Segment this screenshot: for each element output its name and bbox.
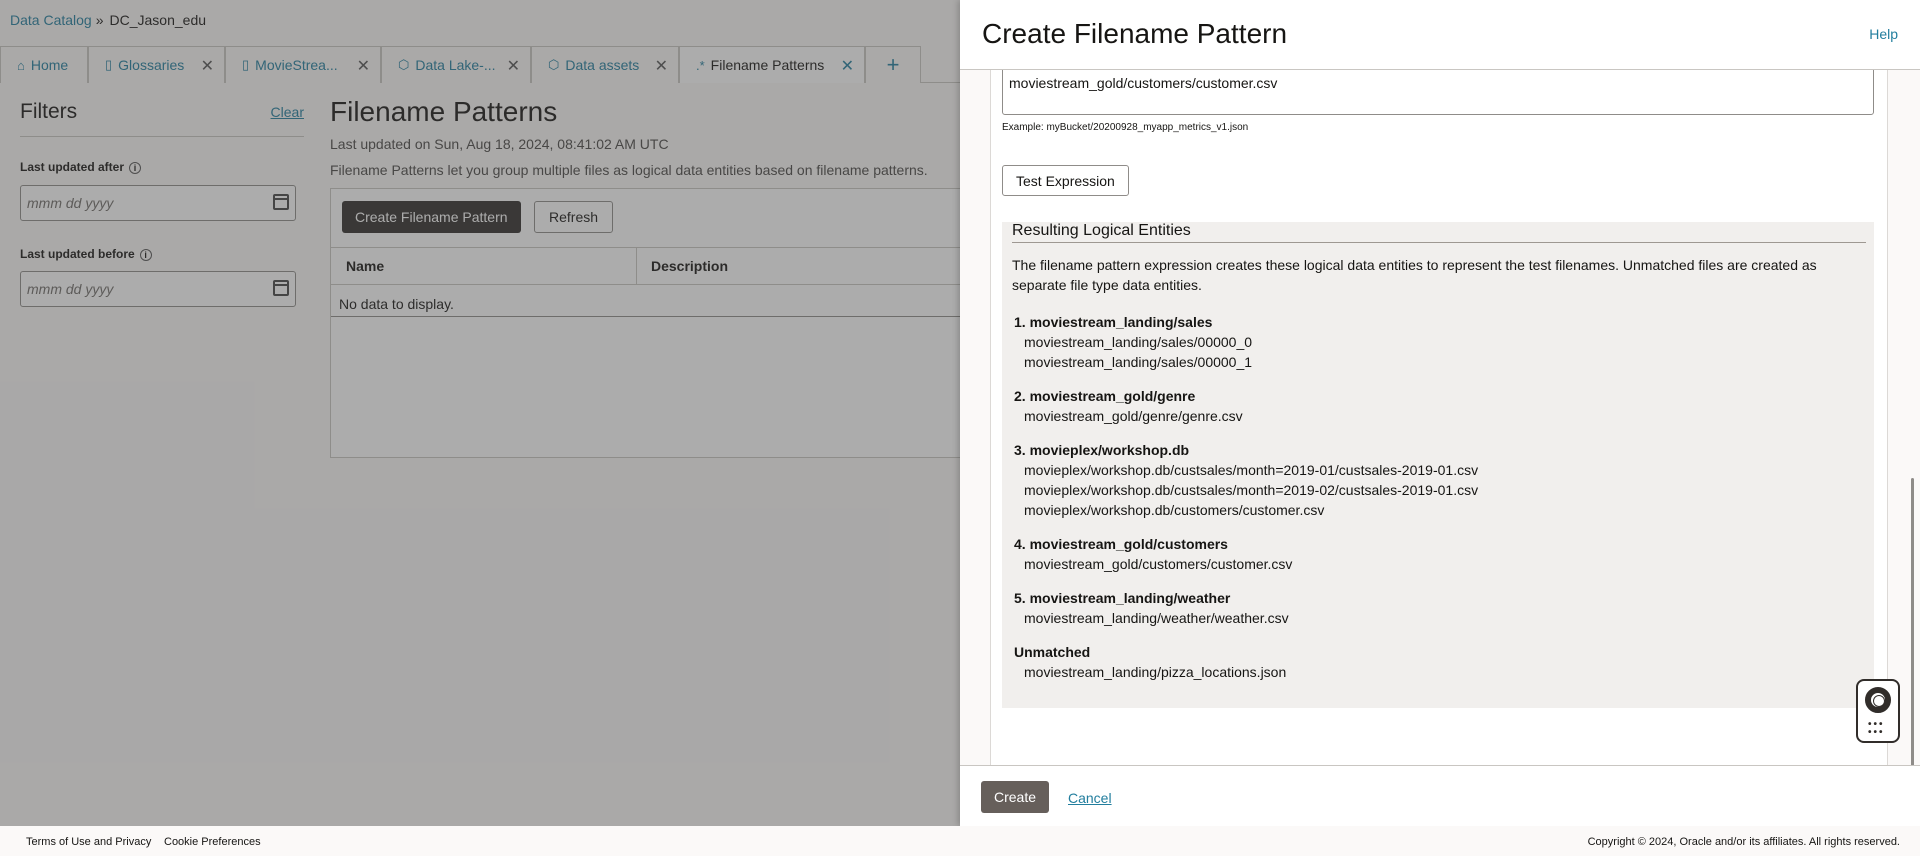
entity-file: movieplex/workshop.db/custsales/month=20… xyxy=(1024,482,1479,498)
example-hint: Example: myBucket/20200928_myapp_metrics… xyxy=(1002,122,1249,133)
entity-file: moviestream_gold/customers/customer.csv xyxy=(1024,556,1293,572)
textarea-visible-line: moviestream_gold/customers/customer.csv xyxy=(1009,75,1278,91)
list-item: 4. moviestream_gold/customers moviestrea… xyxy=(1014,534,1864,574)
terms-link[interactable]: Terms of Use and Privacy xyxy=(26,836,151,848)
entity-name: 2. moviestream_gold/genre xyxy=(1014,388,1196,404)
test-filenames-textarea[interactable]: moviestream_gold/customers/customer.csv xyxy=(1002,70,1874,115)
results-title: Resulting Logical Entities xyxy=(1012,222,1191,239)
drawer-body[interactable]: moviestream_gold/customers/customer.csv … xyxy=(960,70,1920,765)
modal-overlay[interactable] xyxy=(0,0,960,826)
list-item: 3. movieplex/workshop.db movieplex/works… xyxy=(1014,440,1864,520)
apps-grid-icon[interactable]: ••• ••• xyxy=(1868,720,1890,738)
results-intro: The filename pattern expression creates … xyxy=(1012,257,1817,293)
entity-file: movieplex/workshop.db/custsales/month=20… xyxy=(1024,462,1479,478)
entity-list: 1. moviestream_landing/sales moviestream… xyxy=(1014,312,1864,696)
entity-file: movieplex/workshop.db/customers/customer… xyxy=(1024,502,1325,518)
drawer-header: Create Filename Pattern Help xyxy=(960,0,1920,70)
lifebuoy-icon[interactable] xyxy=(1865,687,1891,713)
drawer-footer: Create Cancel xyxy=(960,765,1920,826)
list-item: 1. moviestream_landing/sales moviestream… xyxy=(1014,312,1864,372)
list-item: 2. moviestream_gold/genre moviestream_go… xyxy=(1014,386,1864,426)
entity-name: 3. movieplex/workshop.db xyxy=(1014,442,1190,458)
drawer-scrollbar[interactable] xyxy=(1911,478,1914,765)
copyright-text: Copyright © 2024, Oracle and/or its affi… xyxy=(1587,836,1900,848)
entity-file: moviestream_landing/weather/weather.csv xyxy=(1024,610,1289,626)
page-footer: Terms of Use and Privacy Cookie Preferen… xyxy=(0,826,1920,856)
create-button[interactable]: Create xyxy=(981,781,1050,813)
create-filename-pattern-drawer: Create Filename Pattern Help moviestream… xyxy=(960,0,1920,826)
entity-file: moviestream_landing/sales/00000_1 xyxy=(1024,354,1253,370)
cancel-link[interactable]: Cancel xyxy=(1068,790,1112,806)
entity-name: 4. moviestream_gold/customers xyxy=(1014,536,1228,552)
cookie-preferences-link[interactable]: Cookie Preferences xyxy=(164,836,261,848)
entity-file: moviestream_gold/genre/genre.csv xyxy=(1024,408,1243,424)
entity-name: Unmatched xyxy=(1014,644,1091,660)
list-item: 5. moviestream_landing/weather moviestre… xyxy=(1014,588,1864,628)
divider xyxy=(1012,242,1866,243)
resulting-logical-entities-panel: Resulting Logical Entities The filename … xyxy=(1002,222,1874,708)
test-expression-button[interactable]: Test Expression xyxy=(1002,165,1129,196)
entity-name: 5. moviestream_landing/weather xyxy=(1014,590,1231,606)
drawer-title: Create Filename Pattern xyxy=(982,18,1288,49)
entity-file: moviestream_landing/pizza_locations.json xyxy=(1024,664,1287,680)
entity-file: moviestream_landing/sales/00000_0 xyxy=(1024,334,1253,350)
list-item: Unmatched moviestream_landing/pizza_loca… xyxy=(1014,642,1864,682)
help-center-widget[interactable]: ••• ••• xyxy=(1856,679,1900,743)
help-link[interactable]: Help xyxy=(1869,26,1898,42)
entity-name: 1. moviestream_landing/sales xyxy=(1014,314,1213,330)
